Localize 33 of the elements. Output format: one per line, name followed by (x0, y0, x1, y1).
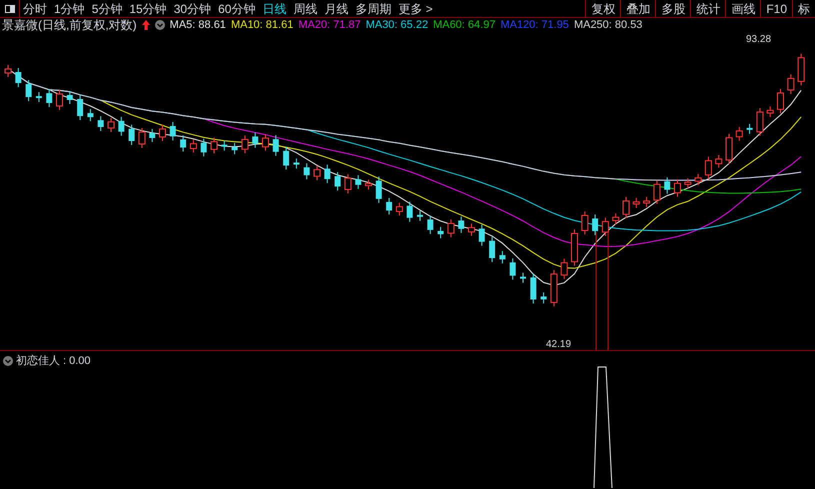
period-tab[interactable]: 分时 (23, 0, 47, 18)
toolbar-button[interactable]: 复权 (585, 0, 620, 17)
moving-average-value: MA5: 88.61 (170, 18, 226, 33)
toolbar-button[interactable]: 画线 (725, 0, 760, 17)
toolbar-button[interactable]: F10 (760, 0, 792, 17)
price-label: 42.19 (546, 338, 572, 352)
moving-average-value: MA10: 81.61 (230, 18, 294, 33)
moving-average-value: MA120: 71.95 (500, 18, 569, 33)
toolbar-button[interactable]: 叠加 (620, 0, 656, 17)
collapse-icon[interactable] (3, 356, 13, 366)
indicator-label: 初恋佳人 (16, 354, 60, 369)
toolbar-button[interactable]: 多股 (655, 0, 690, 17)
moving-average-value: MA30: 65.22 (366, 18, 428, 33)
period-tab[interactable]: 月线 (324, 0, 348, 18)
period-tab[interactable]: 5分钟 (92, 0, 122, 18)
moving-average-value: MA250: 80.53 (574, 18, 642, 33)
indicator-value: : 0.00 (63, 354, 91, 369)
period-tab[interactable]: 1分钟 (54, 0, 85, 18)
period-tab[interactable]: 多周期 (355, 0, 392, 18)
period-tab[interactable]: 更多 > (398, 0, 433, 18)
period-tab[interactable]: 15分钟 (129, 0, 167, 18)
toolbar-button[interactable]: 标 (792, 0, 815, 17)
price-label: 93.28 (746, 33, 772, 47)
period-tab[interactable]: 30分钟 (174, 0, 212, 18)
period-tab[interactable]: 日线 (262, 0, 286, 18)
moving-average-value: MA60: 64.97 (433, 18, 496, 33)
dropdown-icon[interactable] (154, 20, 165, 30)
up-arrow-icon (142, 20, 150, 30)
stock-title: 景嘉微(日线,前复权,对数) (2, 17, 137, 34)
period-tab[interactable]: 60分钟 (218, 0, 256, 18)
period-tab[interactable]: 周线 (293, 0, 318, 18)
moving-average-value: MA20: 71.87 (298, 18, 361, 33)
toolbar-button[interactable]: 统计 (690, 0, 726, 17)
